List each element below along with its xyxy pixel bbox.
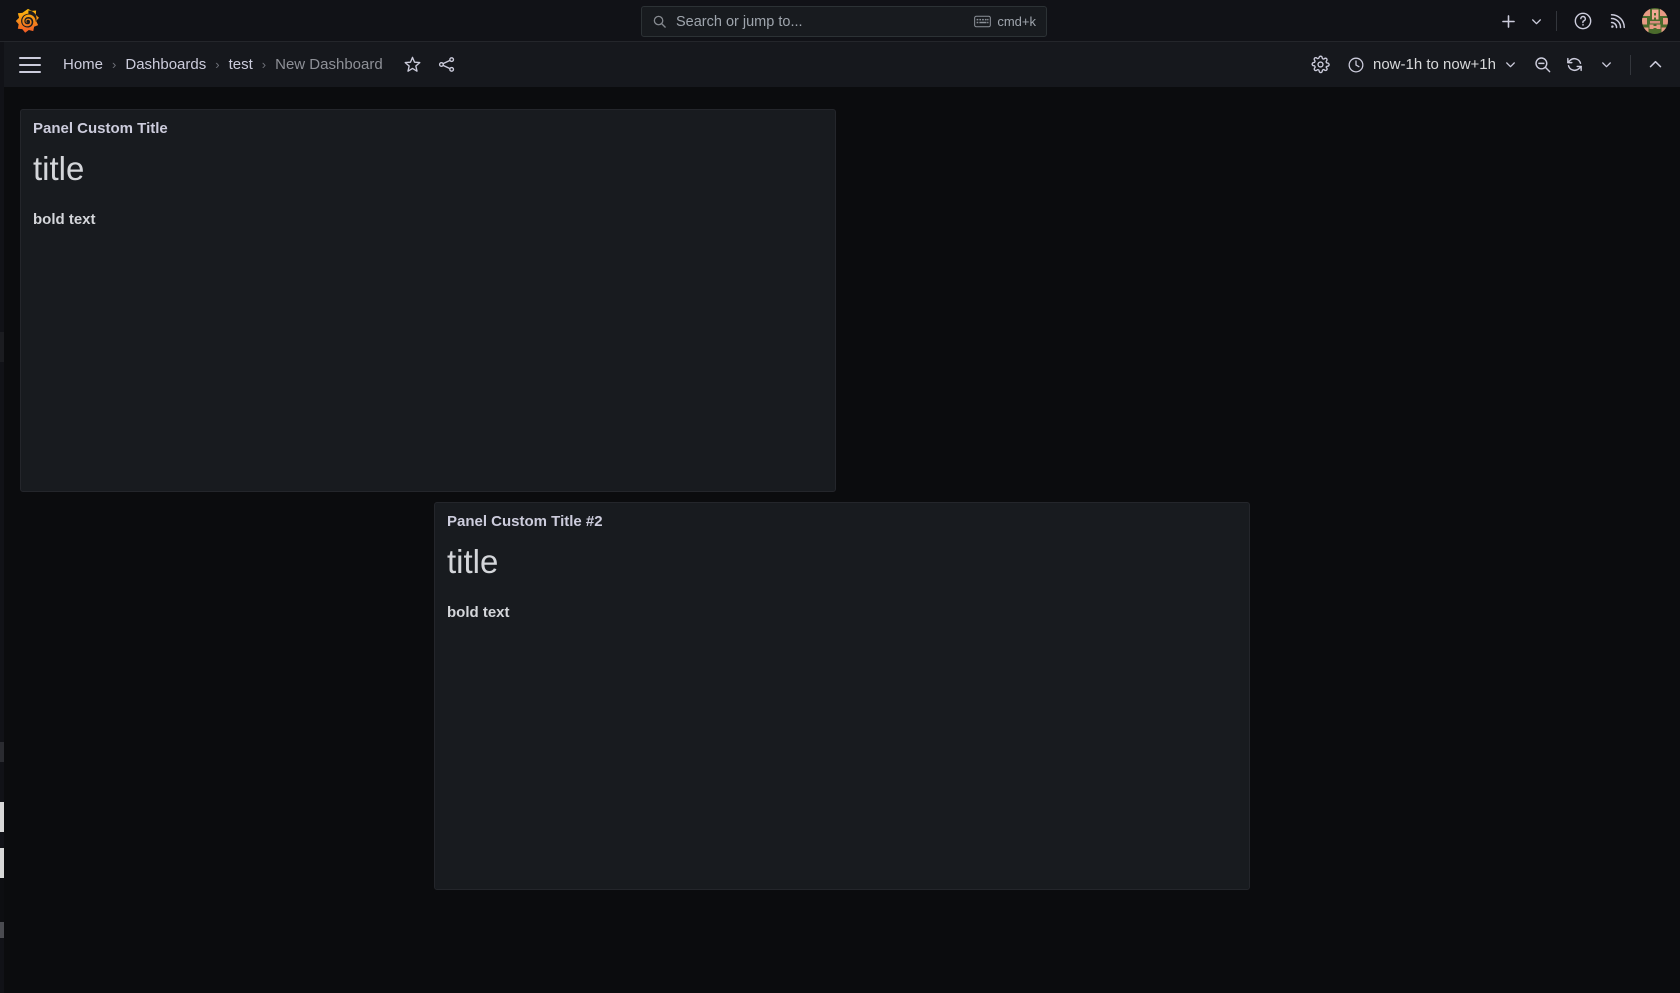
profile-avatar[interactable]	[1642, 8, 1668, 34]
favorite-star-button[interactable]	[398, 50, 428, 80]
dashboard-panel[interactable]: Panel Custom Title #2 title bold text	[434, 502, 1250, 890]
breadcrumb-actions	[398, 50, 462, 80]
topnav-divider	[1556, 11, 1557, 31]
zoom-out-time-button[interactable]	[1527, 50, 1557, 80]
panel-content: title bold text	[21, 149, 835, 240]
breadcrumb-item-home[interactable]: Home	[63, 56, 103, 73]
panel-header[interactable]: Panel Custom Title #2	[435, 503, 1249, 539]
hamburger-bar	[19, 56, 41, 59]
clock-icon	[1348, 57, 1364, 72]
news-button[interactable]	[1600, 5, 1634, 37]
panel-title[interactable]: Panel Custom Title	[33, 120, 168, 137]
rss-feed-icon	[1610, 13, 1625, 28]
question-circle-icon	[1574, 12, 1592, 30]
top-nav-actions	[1491, 0, 1672, 42]
help-button[interactable]	[1566, 5, 1600, 37]
plus-icon	[1501, 14, 1515, 28]
top-navigation-bar: Search or jump to... cmd+k	[0, 0, 1680, 42]
time-range-picker[interactable]: now-1h to now+1h	[1338, 50, 1525, 80]
grafana-logo-icon	[15, 8, 39, 33]
hamburger-bar	[19, 70, 41, 73]
search-shortcut-hint: cmd+k	[974, 14, 1036, 29]
toggle-menu-button[interactable]	[19, 50, 49, 80]
panel-content: title bold text	[435, 542, 1249, 633]
dashboard-settings-button[interactable]	[1306, 50, 1336, 80]
panel-bold-text: bold text	[33, 210, 96, 228]
panel-bold-text: bold text	[447, 603, 510, 621]
refresh-icon	[1566, 57, 1582, 72]
dashboard-canvas: Panel Custom Title title bold text Panel…	[0, 87, 1680, 993]
magnifier-minus-icon	[1534, 57, 1550, 73]
toolbar-divider	[1630, 54, 1631, 75]
avatar-icon	[1642, 8, 1668, 34]
new-button[interactable]	[1491, 5, 1525, 37]
share-nodes-icon	[439, 57, 455, 72]
breadcrumb-item-dashboards[interactable]: Dashboards	[125, 56, 206, 73]
chevron-down-icon	[1506, 62, 1515, 68]
offscreen-window-sliver	[0, 42, 4, 993]
search-shortcut-label: cmd+k	[997, 14, 1036, 29]
grafana-logo-button[interactable]	[0, 8, 56, 34]
refresh-interval-dropdown[interactable]	[1591, 50, 1621, 80]
hamburger-bar	[19, 63, 41, 66]
panel-heading: title	[447, 543, 499, 580]
dashboard-panel[interactable]: Panel Custom Title title bold text	[20, 109, 836, 492]
gear-icon	[1312, 55, 1331, 74]
keyboard-icon	[974, 15, 992, 28]
breadcrumb: Home › Dashboards › test › New Dashboard	[63, 56, 383, 73]
panel-heading: title	[33, 150, 85, 187]
chevron-up-icon	[1649, 60, 1661, 68]
chevron-down-icon	[1531, 18, 1541, 24]
search-input-placeholder[interactable]: Search or jump to...	[676, 14, 974, 30]
breadcrumb-item-test[interactable]: test	[229, 56, 253, 73]
chevron-down-icon	[1601, 62, 1611, 68]
time-range-label: now-1h to now+1h	[1372, 56, 1496, 73]
breadcrumb-separator: ›	[215, 57, 220, 72]
global-search-bar[interactable]: Search or jump to... cmd+k	[641, 6, 1047, 37]
panel-header[interactable]: Panel Custom Title	[21, 110, 835, 146]
new-dropdown-button[interactable]	[1525, 5, 1547, 37]
breadcrumb-item-new-dashboard: New Dashboard	[275, 56, 383, 73]
star-outline-icon	[404, 56, 421, 72]
breadcrumb-separator: ›	[261, 57, 267, 72]
toolbar-right-controls: now-1h to now+1h	[1306, 42, 1670, 87]
breadcrumb-separator: ›	[112, 57, 117, 72]
dashboard-toolbar: Home › Dashboards › test › New Dashboard	[0, 42, 1680, 87]
panel-title[interactable]: Panel Custom Title #2	[447, 513, 603, 530]
refresh-dashboard-button[interactable]	[1559, 50, 1589, 80]
search-icon	[653, 15, 666, 28]
collapse-toolbar-button[interactable]	[1640, 50, 1670, 80]
share-button[interactable]	[432, 50, 462, 80]
